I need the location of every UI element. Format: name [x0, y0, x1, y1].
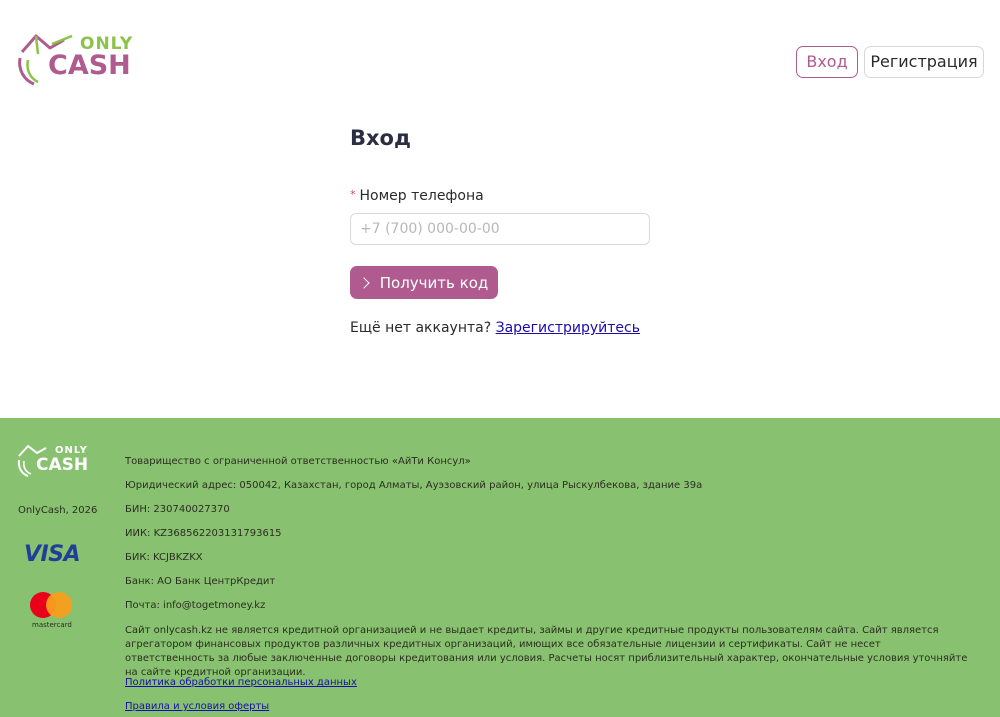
- mastercard-label: mastercard: [32, 621, 72, 629]
- email: Почта: info@togetmoney.kz: [125, 600, 266, 611]
- phone-input[interactable]: [350, 213, 650, 245]
- login-button[interactable]: Вход: [796, 46, 858, 78]
- disclaimer: Сайт onlycash.kz не является кредитной о…: [125, 625, 968, 678]
- signup-prompt: Ещё нет аккаунта? Зарегистрируйтесь: [350, 320, 640, 336]
- bank: Банк: АО Банк ЦентрКредит: [125, 576, 276, 587]
- copyright: OnlyCash, 2026: [18, 505, 98, 516]
- get-code-label: Получить код: [379, 273, 489, 292]
- register-link[interactable]: Зарегистрируйтесь: [496, 320, 640, 336]
- phone-label-text: Номер телефона: [359, 188, 484, 204]
- bin: БИН: 230740027370: [125, 504, 230, 515]
- footer-logo[interactable]: ONLY CASH: [16, 442, 96, 478]
- phone-label: * Номер телефона: [350, 188, 484, 204]
- visa-logo: VISA: [24, 542, 81, 567]
- terms-link[interactable]: Правила и условия оферты: [125, 701, 269, 712]
- required-mark: *: [350, 188, 356, 201]
- register-button[interactable]: Регистрация: [864, 46, 984, 78]
- get-code-button[interactable]: Получить код: [350, 266, 498, 299]
- mastercard-logo: mastercard: [30, 592, 80, 632]
- onlycash-logo[interactable]: ONLY CASH: [16, 30, 140, 88]
- no-account-text: Ещё нет аккаунта?: [350, 320, 492, 336]
- mastercard-orange-circle: [46, 592, 72, 618]
- logo-text-cash: CASH: [48, 50, 131, 81]
- iik: ИИК: KZ368562203131793615: [125, 528, 282, 539]
- bik: БИК: KCJBKZKX: [125, 552, 203, 563]
- privacy-policy-link[interactable]: Политика обработки персональных данных: [125, 677, 357, 688]
- company-name: Товарищество с ограниченной ответственно…: [125, 456, 471, 467]
- site-footer: ONLY CASH OnlyCash, 2026 VISA mastercard…: [0, 418, 1000, 717]
- legal-address: Юридический адрес: 050042, Казахстан, го…: [125, 480, 703, 491]
- footer-logo-cash: CASH: [36, 455, 89, 475]
- page-title: Вход: [350, 126, 411, 150]
- site-header: ONLY CASH Вход Регистрация: [0, 0, 1000, 110]
- chevron-right-icon: [358, 276, 370, 289]
